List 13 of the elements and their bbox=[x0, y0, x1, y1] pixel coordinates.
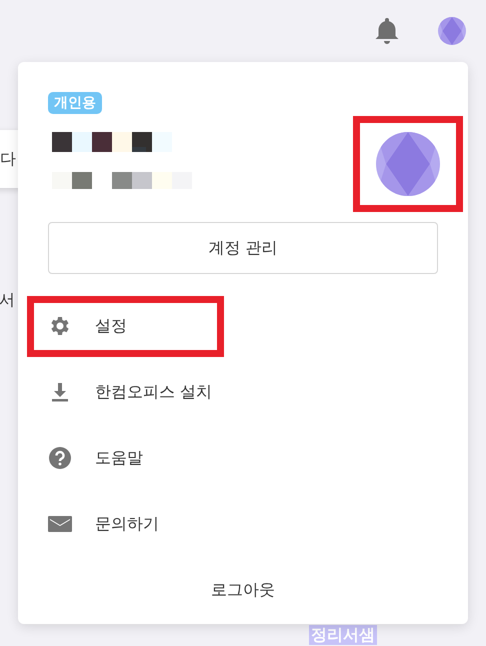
menu-item[interactable]: 설정 bbox=[95, 316, 127, 336]
menu-item[interactable]: 한컴오피스 설치 bbox=[95, 382, 212, 402]
background-text: 서 bbox=[0, 290, 15, 311]
user-avatar[interactable] bbox=[438, 17, 466, 45]
menu-item[interactable]: 도움말 bbox=[95, 448, 143, 468]
highlighted-text: 정리서샘 bbox=[309, 625, 377, 645]
account-manage-button[interactable]: 계정 관리 bbox=[48, 222, 438, 274]
plan-badge: 개인용 bbox=[48, 92, 102, 114]
help-icon bbox=[47, 446, 73, 470]
logout-button[interactable]: 로그아웃 bbox=[205, 578, 281, 602]
notification-bell-icon[interactable] bbox=[374, 17, 400, 45]
background-text: 다 bbox=[0, 148, 16, 170]
menu-item[interactable]: 문의하기 bbox=[95, 514, 159, 534]
